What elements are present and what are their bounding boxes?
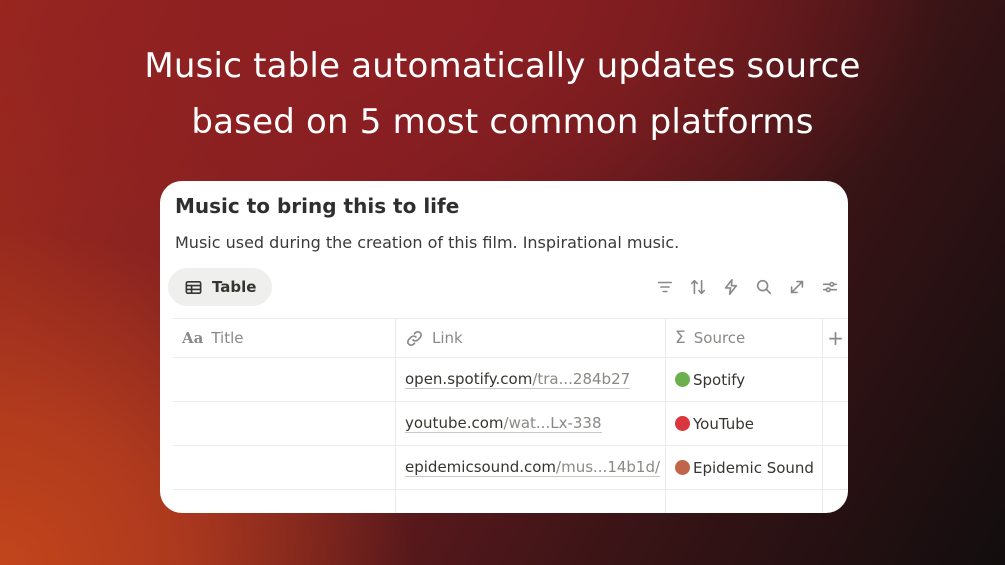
database-title[interactable]: Music to bring this to life (175, 194, 459, 218)
search-icon[interactable] (754, 277, 774, 297)
table-row[interactable]: open.spotify.com/tra...284b27 Spotify (173, 358, 848, 402)
title-cell[interactable] (173, 490, 396, 513)
notion-database-card: Music to bring this to life Music used d… (160, 181, 848, 513)
settings-icon[interactable] (820, 277, 840, 297)
column-header-label: Link (432, 329, 463, 347)
headline: Music table automatically updates source… (0, 38, 1005, 150)
column-header-link[interactable]: Link (396, 319, 666, 357)
table-row[interactable]: epidemicsound.com/mus...14b1d/ Epidemic … (173, 446, 848, 490)
table-header-row: Aa Title Link Σ Source + (173, 318, 848, 358)
plus-icon: + (827, 326, 844, 350)
link-icon (405, 329, 424, 348)
link-url[interactable]: epidemicsound.com/mus...14b1d/ (405, 458, 661, 477)
table-row[interactable]: youtube.com/wat...Lx-338 YouTube (173, 402, 848, 446)
link-cell[interactable]: epidemicsound.com/mus...14b1d/ (396, 446, 666, 489)
source-label: Spotify (693, 370, 746, 389)
column-header-label: Title (211, 329, 244, 347)
title-cell[interactable] (173, 402, 396, 445)
source-cell[interactable]: YouTube (666, 402, 823, 445)
source-label: Epidemic Sound (693, 458, 814, 477)
link-cell[interactable] (396, 490, 666, 513)
source-label: YouTube (693, 414, 754, 433)
source-cell[interactable]: Epidemic Sound (666, 446, 823, 489)
headline-line-1: Music table automatically updates source (144, 46, 861, 86)
empty-cell (823, 358, 848, 401)
sigma-icon: Σ (675, 328, 686, 348)
title-aa-icon: Aa (182, 329, 204, 347)
sort-icon[interactable] (688, 277, 708, 297)
column-header-title[interactable]: Aa Title (173, 319, 396, 357)
database-toolbar (655, 277, 840, 297)
link-cell[interactable]: open.spotify.com/tra...284b27 (396, 358, 666, 401)
expand-icon[interactable] (787, 277, 807, 297)
add-column-button[interactable]: + (823, 319, 848, 357)
table-row-empty[interactable] (173, 490, 848, 513)
table-icon (184, 278, 203, 297)
empty-cell (823, 446, 848, 489)
source-cell[interactable]: Spotify (666, 358, 823, 401)
filter-icon[interactable] (655, 277, 675, 297)
view-tab-label: Table (212, 278, 257, 296)
database-table: Aa Title Link Σ Source + open.spotify.co… (173, 318, 848, 513)
empty-cell (823, 490, 848, 513)
title-cell[interactable] (173, 446, 396, 489)
source-color-dot (675, 416, 690, 431)
source-cell[interactable] (666, 490, 823, 513)
headline-line-2: based on 5 most common platforms (191, 102, 814, 142)
empty-cell (823, 402, 848, 445)
link-cell[interactable]: youtube.com/wat...Lx-338 (396, 402, 666, 445)
view-tab-table[interactable]: Table (168, 268, 273, 306)
link-url[interactable]: open.spotify.com/tra...284b27 (405, 370, 631, 389)
source-color-dot (675, 460, 690, 475)
lightning-icon[interactable] (721, 277, 741, 297)
title-cell[interactable] (173, 358, 396, 401)
link-url[interactable]: youtube.com/wat...Lx-338 (405, 414, 602, 433)
column-header-label: Source (693, 329, 746, 347)
column-header-source[interactable]: Σ Source (666, 319, 823, 357)
source-color-dot (675, 372, 690, 387)
database-description[interactable]: Music used during the creation of this f… (175, 233, 679, 252)
